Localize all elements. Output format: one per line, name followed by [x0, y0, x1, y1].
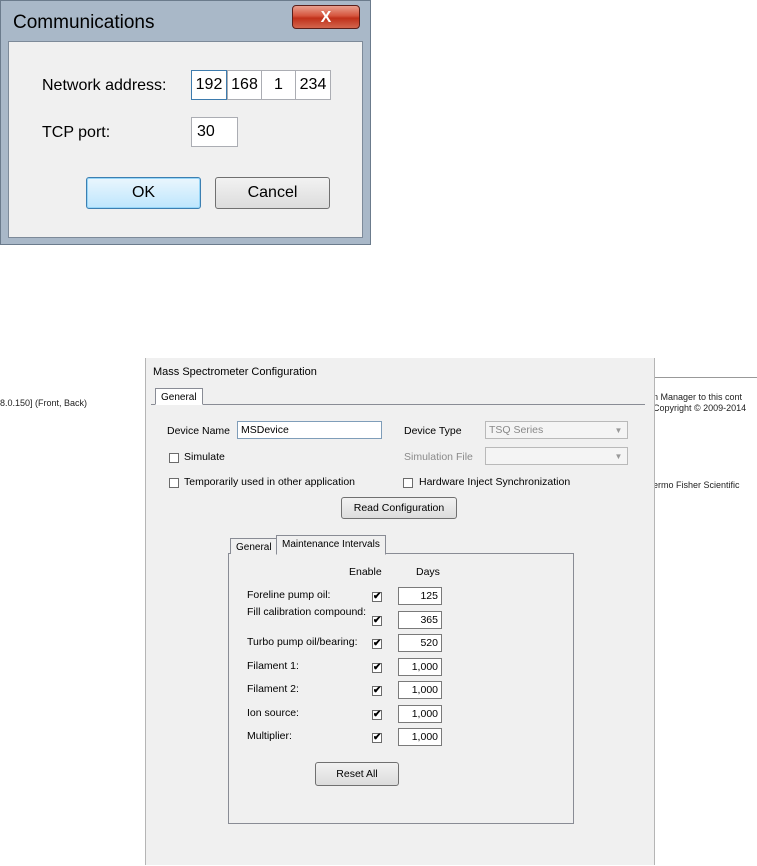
- interval-label: Ion source:: [247, 707, 299, 719]
- tab-general-outer[interactable]: General: [155, 388, 203, 405]
- background-text-manager: n Manager to this cont: [653, 392, 743, 402]
- ip-octet-2-field[interactable]: 168: [227, 70, 262, 100]
- interval-enable-checkbox[interactable]: ✔: [372, 663, 382, 673]
- tab-general-inner[interactable]: General: [230, 538, 277, 554]
- ip-octet-3-field[interactable]: 1: [261, 70, 296, 100]
- interval-enable-checkbox[interactable]: ✔: [372, 639, 382, 649]
- tcp-port-field[interactable]: 30: [191, 117, 238, 147]
- ok-button[interactable]: OK: [86, 177, 201, 209]
- interval-enable-checkbox[interactable]: ✔: [372, 686, 382, 696]
- hw-inject-checkbox[interactable]: [403, 478, 413, 488]
- simulation-file-select[interactable]: ▼: [485, 447, 628, 465]
- mass-spec-config-window: Mass Spectrometer Configuration General …: [145, 358, 655, 865]
- simulate-label: Simulate: [184, 451, 225, 463]
- interval-label: Foreline pump oil:: [247, 589, 331, 601]
- ip-octet-4-field[interactable]: 234: [295, 70, 331, 100]
- interval-label: Filament 1:: [247, 660, 299, 672]
- simulate-checkbox[interactable]: [169, 453, 179, 463]
- interval-days-input[interactable]: 1,000: [398, 728, 442, 746]
- close-button[interactable]: X: [292, 5, 360, 29]
- interval-label: Turbo pump oil/bearing:: [247, 636, 358, 648]
- device-type-value: TSQ Series: [489, 424, 544, 436]
- simulation-file-label: Simulation File: [404, 451, 473, 463]
- chevron-down-icon: ▼: [614, 452, 623, 461]
- interval-label: Filament 2:: [247, 683, 299, 695]
- device-type-select[interactable]: TSQ Series ▼: [485, 421, 628, 439]
- days-column-header: Days: [416, 566, 440, 578]
- interval-enable-checkbox[interactable]: ✔: [372, 733, 382, 743]
- background-text-company: ermo Fisher Scientific: [653, 480, 740, 490]
- network-address-label: Network address:: [42, 77, 167, 94]
- device-name-input[interactable]: MSDevice: [237, 421, 382, 439]
- interval-enable-checkbox[interactable]: ✔: [372, 592, 382, 602]
- enable-column-header: Enable: [349, 566, 382, 578]
- reset-all-button[interactable]: Reset All: [315, 762, 399, 786]
- interval-label: Fill calibration compound:: [247, 606, 367, 618]
- interval-days-input[interactable]: 1,000: [398, 681, 442, 699]
- interval-days-input[interactable]: 125: [398, 587, 442, 605]
- interval-days-input[interactable]: 520: [398, 634, 442, 652]
- background-divider: [655, 377, 757, 378]
- device-type-label: Device Type: [404, 425, 462, 437]
- device-name-label: Device Name: [167, 425, 231, 437]
- interval-days-input[interactable]: 1,000: [398, 705, 442, 723]
- interval-enable-checkbox[interactable]: ✔: [372, 710, 382, 720]
- background-text-copyright: Copyright © 2009-2014: [653, 403, 747, 413]
- background-text-address: 8.0.150] (Front, Back): [0, 398, 88, 408]
- tab-maintenance-intervals[interactable]: Maintenance Intervals: [276, 535, 386, 555]
- ip-octet-1-field[interactable]: 192: [191, 70, 227, 100]
- chevron-down-icon: ▼: [614, 426, 623, 435]
- dialog-title: Communications: [13, 12, 155, 33]
- temp-used-label: Temporarily used in other application: [184, 476, 356, 488]
- window-title: Mass Spectrometer Configuration: [153, 366, 317, 378]
- communications-dialog: Communications X Network address: 192 16…: [0, 0, 371, 245]
- temp-used-checkbox[interactable]: [169, 478, 179, 488]
- read-configuration-button[interactable]: Read Configuration: [341, 497, 457, 519]
- cancel-button[interactable]: Cancel: [215, 177, 330, 209]
- hw-inject-label: Hardware Inject Synchronization: [419, 476, 571, 488]
- interval-days-input[interactable]: 1,000: [398, 658, 442, 676]
- interval-label: Multiplier:: [247, 730, 292, 742]
- tcp-port-label: TCP port:: [42, 124, 111, 141]
- interval-enable-checkbox[interactable]: ✔: [372, 616, 382, 626]
- interval-days-input[interactable]: 365: [398, 611, 442, 629]
